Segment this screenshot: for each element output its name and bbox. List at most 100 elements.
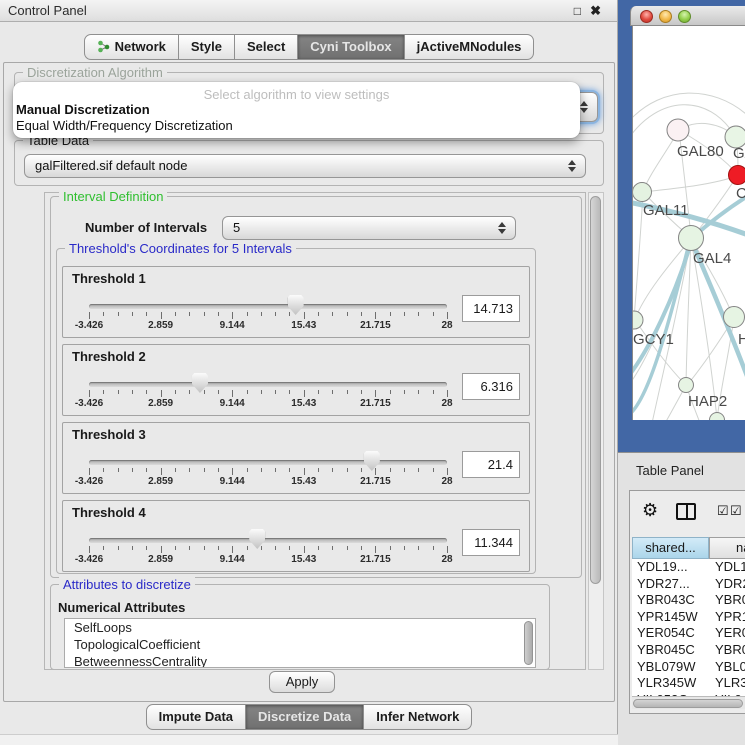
threshold-label: Threshold 2: [72, 349, 146, 364]
table-data-combobox[interactable]: galFiltered.sif default node: [24, 154, 586, 178]
list-scrollbar-thumb[interactable]: [524, 621, 533, 665]
slider-tick-label: 9.144: [220, 554, 245, 565]
slider-tick: [447, 546, 448, 553]
slider-track[interactable]: [89, 304, 447, 309]
slider-thumb[interactable]: [192, 373, 208, 393]
list-item-betweennesscentrality[interactable]: BetweennessCentrality: [65, 653, 535, 668]
gear-icon[interactable]: ⚙: [642, 501, 658, 519]
group-title: Attributes to discretize: [59, 577, 195, 592]
column-header-shared[interactable]: shared...: [632, 537, 709, 559]
apply-button[interactable]: Apply: [269, 671, 335, 693]
slider-tick-label: 21.715: [360, 554, 391, 565]
table-row[interactable]: YDL19...YDL1: [632, 559, 745, 576]
slider-tick-label: 28: [441, 554, 452, 565]
slider-tick-label: 28: [441, 398, 452, 409]
table-row[interactable]: YDR27...YDR2: [632, 576, 745, 593]
slider-tick: [332, 468, 333, 472]
node-label-gal80: GAL80: [677, 143, 724, 160]
scrollbar-thumb[interactable]: [590, 196, 601, 584]
vertical-scrollbar[interactable]: [588, 192, 604, 670]
slider-tick: [433, 312, 434, 316]
minimize-traffic-light-icon[interactable]: [659, 10, 672, 23]
slider-track[interactable]: [89, 382, 447, 387]
threshold-value-field[interactable]: 6.316: [462, 373, 520, 400]
algorithm-option-equal-width-frequency-discretization[interactable]: Equal Width/Frequency Discretization: [16, 118, 233, 133]
slider-tick: [204, 546, 205, 550]
GAL4-node[interactable]: [679, 226, 704, 251]
top-tabbar: NetworkStyleSelectCyni ToolboxjActiveMNo…: [0, 34, 618, 60]
tab-select[interactable]: Select: [234, 34, 298, 60]
GAL11-node[interactable]: [633, 183, 652, 202]
table-panel-body: ⚙ ☑ ☑ shared... na YDL19...YDL1YDR27...Y…: [629, 490, 745, 714]
threshold-value-field[interactable]: 11.344: [462, 529, 520, 556]
numerical-attributes-list[interactable]: SelfLoopsTopologicalCoefficientBetweenne…: [64, 618, 536, 668]
threshold-value-field[interactable]: 14.713: [462, 295, 520, 322]
slider-tick: [304, 312, 305, 319]
slider-tick: [390, 312, 391, 316]
table-row[interactable]: YER054CYER0: [632, 625, 745, 642]
cell-shared-name: YLR345W: [637, 675, 696, 691]
control-panel-titlebar: Control Panel □ ✖: [0, 0, 617, 22]
tab-impute-data[interactable]: Impute Data: [146, 704, 246, 730]
slider-tick: [261, 390, 262, 394]
checkbox-icon[interactable]: ☑: [730, 504, 742, 517]
tab-jactivemnodules[interactable]: jActiveMNodules: [404, 34, 535, 60]
slider-thumb[interactable]: [364, 451, 380, 471]
horizontal-scrollbar[interactable]: [632, 696, 745, 709]
slider-tick: [247, 546, 248, 550]
slider-thumb[interactable]: [249, 529, 265, 549]
slider-tick: [418, 468, 419, 472]
checkbox-icon[interactable]: ☑: [717, 504, 729, 517]
bottom-node[interactable]: [710, 413, 725, 421]
slider-tick-label: -3.426: [75, 476, 103, 487]
right-node[interactable]: [724, 307, 745, 328]
slider-track[interactable]: [89, 460, 447, 465]
tab-cyni-toolbox[interactable]: Cyni Toolbox: [297, 34, 404, 60]
zoom-traffic-light-icon[interactable]: [678, 10, 691, 23]
threshold-panel-threshold-2: Threshold 2-3.4262.8599.14415.4321.71528…: [62, 344, 530, 416]
scrollbar-thumb[interactable]: [633, 699, 743, 708]
table-row[interactable]: YPR145WYPR1: [632, 609, 745, 626]
tab-style[interactable]: Style: [178, 34, 235, 60]
slider-tick-label: 15.43: [291, 320, 316, 331]
list-item-selfloops[interactable]: SelfLoops: [65, 619, 535, 636]
HAP2-node[interactable]: [679, 378, 694, 393]
table-row[interactable]: YBR043CYBR0: [632, 592, 745, 609]
list-item-topologicalcoefficient[interactable]: TopologicalCoefficient: [65, 636, 535, 653]
network-window-titlebar[interactable]: [630, 6, 745, 26]
number-of-intervals-combobox[interactable]: 5: [222, 216, 516, 240]
table-row[interactable]: YBL079WYBL0: [632, 659, 745, 676]
GCY1-node[interactable]: [633, 311, 643, 329]
stepper-icon: [498, 222, 506, 234]
slider-tick: [232, 468, 233, 475]
threshold-panel-threshold-3: Threshold 3-3.4262.8599.14415.4321.71528…: [62, 422, 530, 494]
network-canvas[interactable]: GAL80GACGAL11GAL4GCY1HHAP2: [632, 26, 745, 420]
slider-track[interactable]: [89, 538, 447, 543]
cell-name: YLR3: [715, 675, 745, 691]
control-panel: Control Panel □ ✖ NetworkStyleSelectCyni…: [0, 0, 618, 745]
slider-tick: [89, 546, 90, 553]
tab-infer-network[interactable]: Infer Network: [363, 704, 472, 730]
split-table-icon[interactable]: [676, 503, 696, 520]
slider-tick: [118, 468, 119, 472]
float-window-icon[interactable]: □: [574, 4, 581, 18]
table-row[interactable]: YLR345W YLR3: [632, 675, 745, 692]
bottom-tabbar: Impute DataDiscretize DataInfer Network: [0, 704, 618, 730]
slider-tick-label: 9.144: [220, 320, 245, 331]
node-table[interactable]: YDL19...YDL1YDR27...YDR2YBR043CYBR0YPR14…: [632, 559, 745, 696]
tab-network[interactable]: Network: [84, 34, 179, 60]
red-node[interactable]: [729, 166, 745, 185]
tab-discretize-data[interactable]: Discretize Data: [245, 704, 364, 730]
GAL80-node[interactable]: [667, 119, 689, 141]
close-traffic-light-icon[interactable]: [640, 10, 653, 23]
table-row[interactable]: YBR045CYBR0: [632, 642, 745, 659]
threshold-label: Threshold 3: [72, 427, 146, 442]
slider-tick: [289, 468, 290, 472]
threshold-label: Threshold 4: [72, 505, 146, 520]
cell-name: YDR2: [715, 576, 745, 592]
slider-tick: [132, 312, 133, 316]
threshold-value-field[interactable]: 21.4: [462, 451, 520, 478]
algorithm-option-manual-discretization[interactable]: Manual Discretization: [16, 102, 150, 117]
column-header-name[interactable]: na: [709, 537, 745, 559]
close-icon[interactable]: ✖: [590, 3, 601, 19]
